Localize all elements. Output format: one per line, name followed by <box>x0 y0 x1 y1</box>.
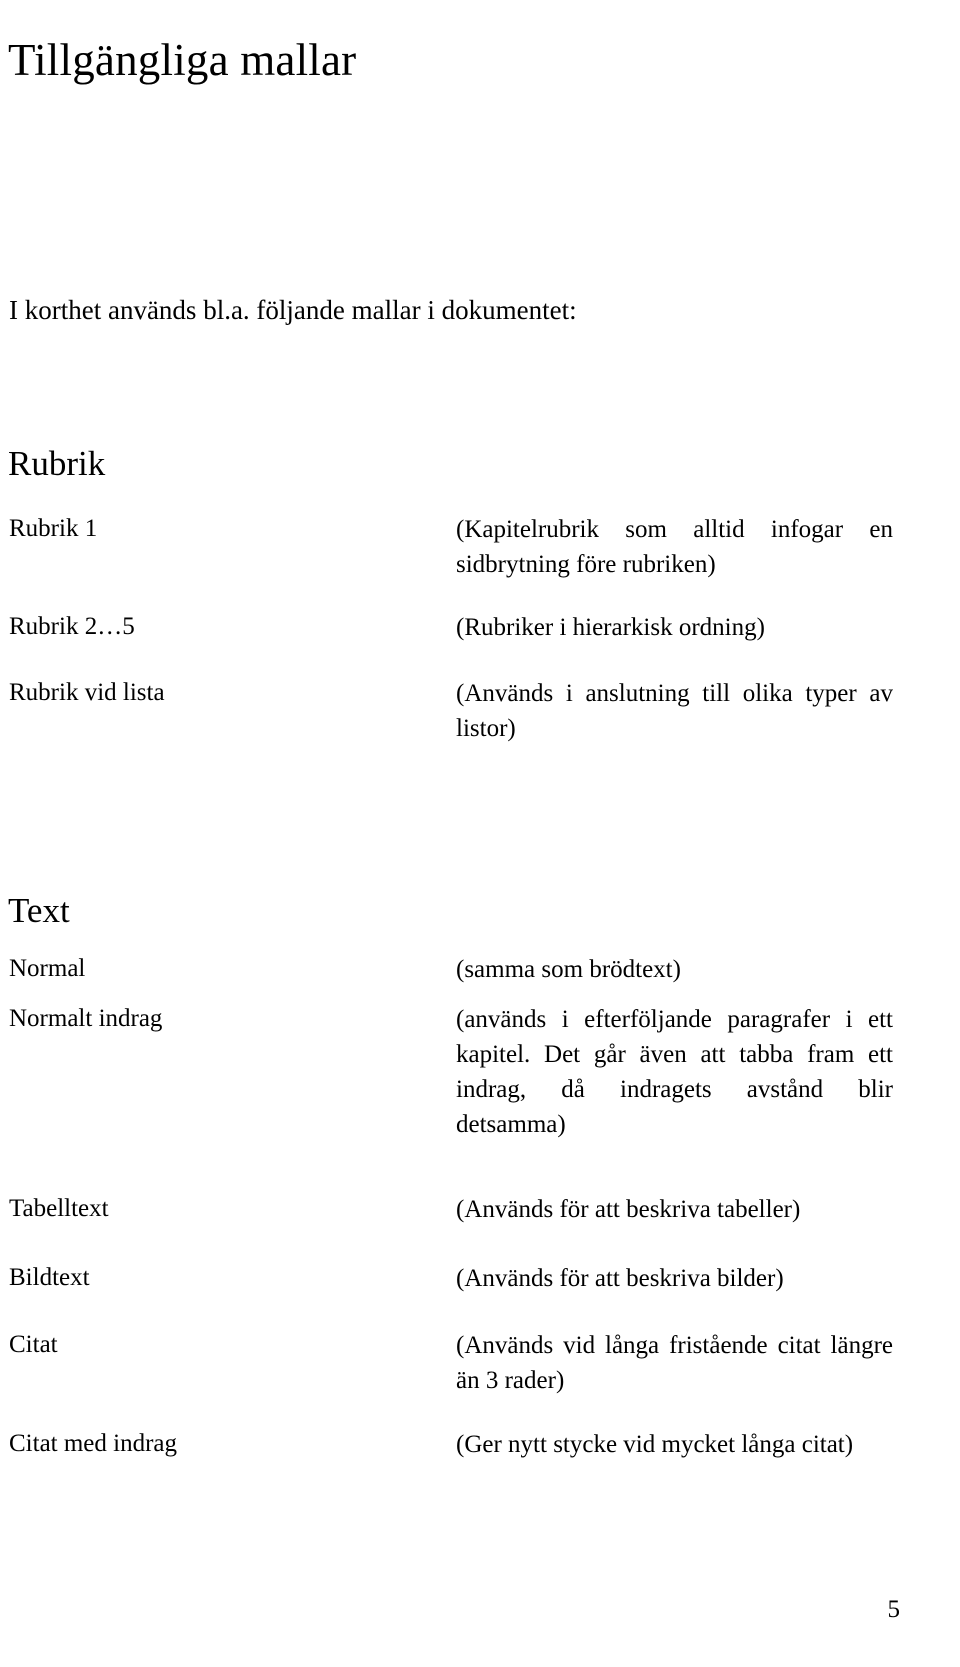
style-description-tabelltext: (Används för att beskriva tabeller) <box>456 1196 801 1223</box>
page-title: Tillgängliga mallar <box>8 35 357 86</box>
style-description-normalt-indrag: (används i efterföljande paragrafer i et… <box>456 1006 893 1138</box>
style-name-rubrik-1: Rubrik 1 <box>9 515 98 542</box>
style-name-tabelltext: Tabelltext <box>9 1195 109 1222</box>
style-description-normal: (samma som brödtext) <box>456 956 681 983</box>
style-name-normal: Normal <box>9 955 86 982</box>
style-description-rubrik-vid-lista: (Används i anslutning till olika typer a… <box>456 680 893 742</box>
style-description-rubrik-2-5: (Rubriker i hierarkisk ordning) <box>456 614 765 641</box>
style-description-rubrik-1: (Kapitelrubrik som alltid infogar en sid… <box>456 516 893 578</box>
style-name-bildtext: Bildtext <box>9 1264 90 1291</box>
style-name-rubrik-2-5: Rubrik 2…5 <box>9 613 135 640</box>
intro-paragraph: I korthet används bl.a. följande mallar … <box>9 295 577 325</box>
style-name-normalt-indrag: Normalt indrag <box>9 1005 163 1032</box>
section-heading-rubrik: Rubrik <box>8 444 106 484</box>
document-page: Tillgängliga mallar I korthet används bl… <box>0 0 960 1667</box>
style-description-citat-med-indrag: (Ger nytt stycke vid mycket långa citat) <box>456 1431 854 1458</box>
style-name-citat: Citat <box>9 1331 58 1358</box>
page-number: 5 <box>887 1596 901 1623</box>
style-description-bildtext: (Används för att beskriva bilder) <box>456 1265 784 1292</box>
style-description-citat: (Används vid långa fristående citat läng… <box>456 1332 893 1394</box>
style-name-citat-med-indrag: Citat med indrag <box>9 1430 178 1457</box>
style-name-rubrik-vid-lista: Rubrik vid lista <box>9 679 165 706</box>
section-heading-text: Text <box>8 891 70 931</box>
